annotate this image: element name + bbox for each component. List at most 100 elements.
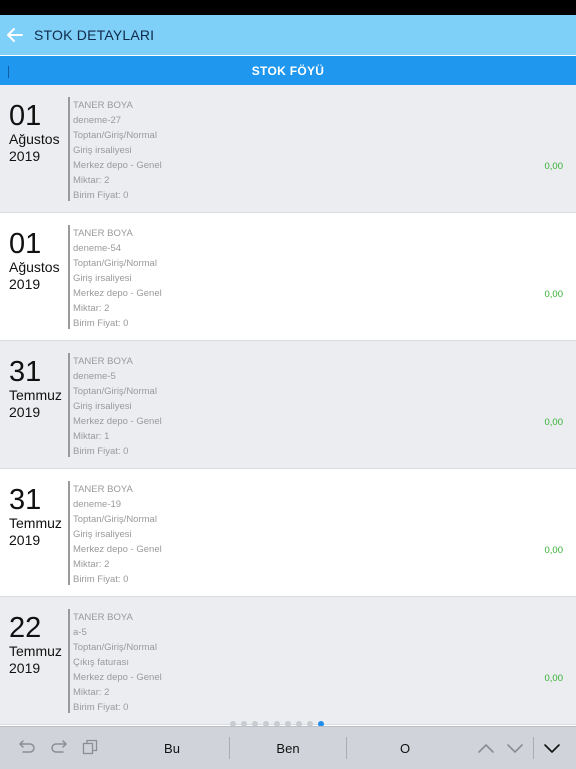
- list-item[interactable]: 22 Temmuz 2019 TANER BOYA a-5 Toptan/Gir…: [0, 597, 576, 725]
- separator: [229, 737, 230, 759]
- date-block: 22 Temmuz 2019: [9, 613, 69, 677]
- suggestion-2[interactable]: Ben: [233, 741, 343, 756]
- unit-price: Birim Fiyat: 0: [73, 190, 129, 201]
- quantity: Miktar: 2: [73, 687, 110, 698]
- date-year: 2019: [9, 532, 41, 548]
- amount: 0,00: [544, 417, 564, 428]
- unit-price: Birim Fiyat: 0: [73, 446, 129, 457]
- dismiss-keyboard-icon: [544, 744, 560, 753]
- transaction-type: Toptan/Giriş/Normal: [73, 514, 157, 525]
- document-type: Giriş irsaliyesi: [73, 401, 132, 412]
- document-number: deneme-5: [73, 371, 116, 382]
- page-title: STOK DETAYLARI: [34, 27, 155, 43]
- warehouse: Merkez depo - Genel: [73, 544, 162, 555]
- date-month: Ağustos: [9, 131, 60, 147]
- divider-line: [68, 609, 70, 713]
- warehouse: Merkez depo - Genel: [73, 416, 162, 427]
- separator: [533, 737, 534, 759]
- chevron-up-icon: [478, 744, 494, 753]
- separator: [346, 737, 347, 759]
- date-year: 2019: [9, 660, 41, 676]
- paste-button[interactable]: [82, 739, 98, 760]
- divider-line: [68, 353, 70, 457]
- redo-button[interactable]: [50, 739, 68, 760]
- date-month: Temmuz: [9, 515, 62, 531]
- undo-icon: [19, 740, 35, 753]
- tab-bar: STOK FÖYÜ: [0, 56, 576, 85]
- date-year: 2019: [9, 276, 41, 292]
- date-block: 01 Ağustos 2019: [9, 229, 69, 293]
- arrow-left-icon: [7, 28, 23, 42]
- document-number: deneme-27: [73, 115, 122, 126]
- date-block: 31 Temmuz 2019: [9, 485, 69, 549]
- stock-ledger-list[interactable]: 01 Ağustos 2019 TANER BOYA deneme-27 Top…: [0, 85, 576, 725]
- document-type: Giriş irsaliyesi: [73, 145, 132, 156]
- document-number: deneme-54: [73, 243, 122, 254]
- suggestion-1[interactable]: Bu: [117, 741, 227, 756]
- tab-stok-foyu[interactable]: STOK FÖYÜ: [252, 64, 325, 78]
- suggestion-3[interactable]: O: [350, 741, 460, 756]
- amount: 0,00: [544, 673, 564, 684]
- document-type: Giriş irsaliyesi: [73, 273, 132, 284]
- tab-scroll-indicator: [8, 66, 9, 78]
- chevron-down-icon: [507, 744, 523, 753]
- document-number: deneme-19: [73, 499, 122, 510]
- date-day: 22: [9, 612, 42, 644]
- date-month: Temmuz: [9, 643, 62, 659]
- date-month: Ağustos: [9, 259, 60, 275]
- divider-line: [68, 97, 70, 201]
- document-type: Çıkış faturası: [73, 657, 129, 668]
- date-day: 01: [9, 228, 42, 260]
- date-block: 31 Temmuz 2019: [9, 357, 69, 421]
- dismiss-keyboard-button[interactable]: [543, 741, 561, 759]
- redo-icon: [51, 740, 67, 753]
- unit-price: Birim Fiyat: 0: [73, 574, 129, 585]
- list-item[interactable]: 31 Temmuz 2019 TANER BOYA deneme-5 Topta…: [0, 341, 576, 469]
- customer-name: TANER BOYA: [73, 100, 133, 111]
- status-bar: [0, 0, 576, 15]
- list-item[interactable]: 01 Ağustos 2019 TANER BOYA deneme-27 Top…: [0, 85, 576, 213]
- back-button[interactable]: [0, 15, 30, 55]
- undo-button[interactable]: [18, 739, 36, 760]
- item-details: TANER BOYA a-5 Toptan/Giriş/Normal Çıkış…: [73, 610, 162, 715]
- transaction-type: Toptan/Giriş/Normal: [73, 642, 157, 653]
- divider-line: [68, 225, 70, 329]
- unit-price: Birim Fiyat: 0: [73, 318, 129, 329]
- warehouse: Merkez depo - Genel: [73, 288, 162, 299]
- transaction-type: Toptan/Giriş/Normal: [73, 386, 157, 397]
- previous-field-button[interactable]: [477, 741, 495, 759]
- transaction-type: Toptan/Giriş/Normal: [73, 130, 157, 141]
- date-day: 31: [9, 484, 42, 516]
- customer-name: TANER BOYA: [73, 356, 133, 367]
- item-details: TANER BOYA deneme-27 Toptan/Giriş/Normal…: [73, 98, 162, 203]
- date-day: 31: [9, 356, 42, 388]
- date-block: 01 Ağustos 2019: [9, 101, 69, 165]
- document-number: a-5: [73, 627, 87, 638]
- navigation-bar: STOK DETAYLARI: [0, 15, 576, 55]
- date-day: 01: [9, 100, 42, 132]
- quantity: Miktar: 1: [73, 431, 110, 442]
- customer-name: TANER BOYA: [73, 612, 133, 623]
- next-field-button[interactable]: [506, 741, 524, 759]
- document-type: Giriş irsaliyesi: [73, 529, 132, 540]
- list-item[interactable]: 01 Ağustos 2019 TANER BOYA deneme-54 Top…: [0, 213, 576, 341]
- item-details: TANER BOYA deneme-19 Toptan/Giriş/Normal…: [73, 482, 162, 587]
- keyboard-shortcut-bar: Bu Ben O: [0, 726, 576, 769]
- quantity: Miktar: 2: [73, 559, 110, 570]
- transaction-type: Toptan/Giriş/Normal: [73, 258, 157, 269]
- warehouse: Merkez depo - Genel: [73, 672, 162, 683]
- quantity: Miktar: 2: [73, 303, 110, 314]
- paste-icon: [82, 739, 98, 755]
- amount: 0,00: [544, 545, 564, 556]
- quantity: Miktar: 2: [73, 175, 110, 186]
- amount: 0,00: [544, 161, 564, 172]
- amount: 0,00: [544, 289, 564, 300]
- date-year: 2019: [9, 148, 41, 164]
- item-details: TANER BOYA deneme-54 Toptan/Giriş/Normal…: [73, 226, 162, 331]
- item-details: TANER BOYA deneme-5 Toptan/Giriş/Normal …: [73, 354, 162, 459]
- customer-name: TANER BOYA: [73, 484, 133, 495]
- divider-line: [68, 481, 70, 585]
- list-item[interactable]: 31 Temmuz 2019 TANER BOYA deneme-19 Topt…: [0, 469, 576, 597]
- warehouse: Merkez depo - Genel: [73, 160, 162, 171]
- unit-price: Birim Fiyat: 0: [73, 702, 129, 713]
